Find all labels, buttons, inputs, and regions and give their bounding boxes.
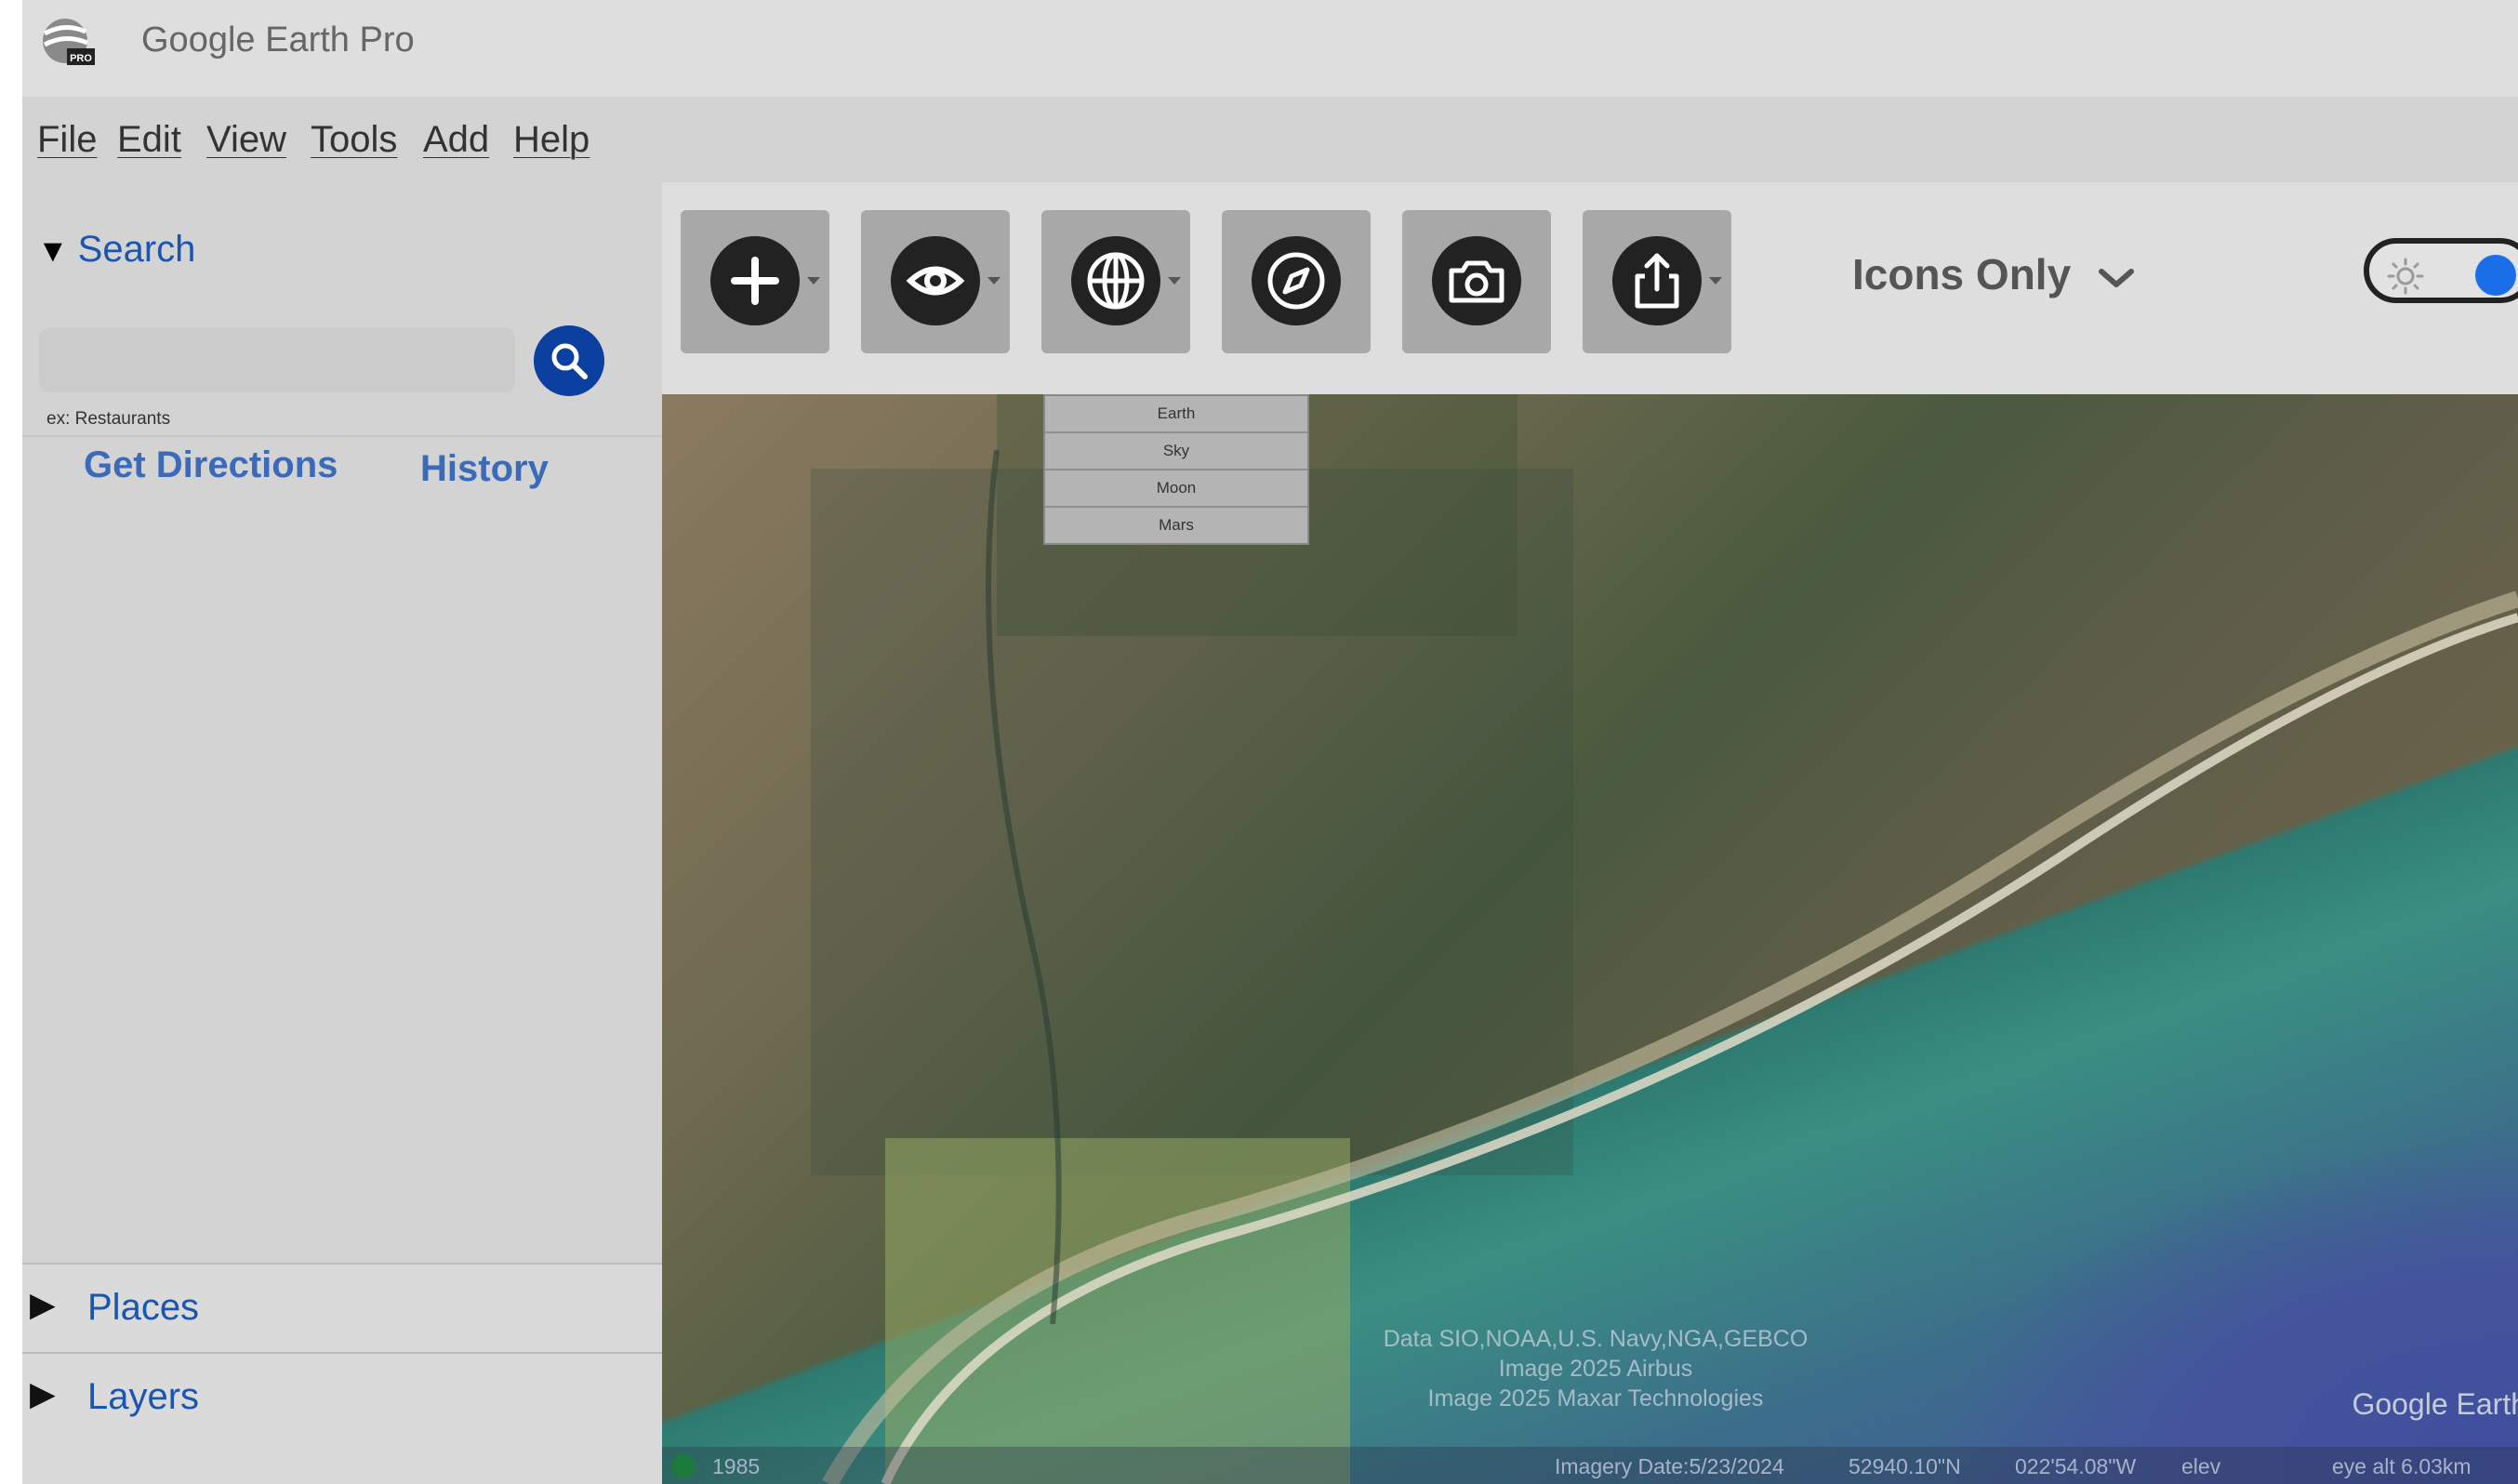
satellite-imagery	[811, 394, 2518, 1484]
app-title: Google Earth Pro	[141, 20, 415, 60]
menu-bar: File Edit View Tools Add Help	[22, 97, 2518, 182]
places-label: Places	[87, 1287, 200, 1328]
add-button[interactable]	[681, 210, 829, 353]
timeline-year: 1985	[712, 1454, 761, 1478]
map-view[interactable]: Earth Sky Moon Mars Data SIO,NOAA,U.S. N…	[662, 394, 2518, 1484]
places-panel-header[interactable]: ▶ Places	[22, 1263, 662, 1354]
sun-icon	[2387, 258, 2424, 295]
expand-triangle-icon: ▶	[30, 1374, 56, 1412]
google-earth-window: PRO Google Earth Pro File Edit View Tool…	[22, 0, 2518, 1484]
collapse-triangle-icon: ▼	[37, 233, 69, 269]
title-bar: PRO Google Earth Pro	[22, 0, 2518, 97]
menu-help[interactable]: Help	[513, 119, 590, 161]
menu-tools[interactable]: Tools	[311, 119, 397, 161]
layers-panel-header[interactable]: ▶ Layers	[22, 1352, 662, 1484]
dropdown-caret-icon	[1168, 277, 1181, 285]
eye-icon	[906, 266, 965, 296]
toolbar-display-mode-select[interactable]: Icons Only	[1852, 249, 2135, 299]
search-icon	[551, 343, 588, 379]
menu-view[interactable]: View	[206, 119, 286, 161]
imagery-date: Imagery Date:5/23/2024	[1555, 1454, 1784, 1478]
menu-file[interactable]: File	[37, 119, 97, 161]
navigation-button[interactable]	[1222, 210, 1371, 353]
google-earth-watermark: Google Earth	[2352, 1387, 2518, 1421]
toolbar: Icons Only	[662, 182, 2518, 394]
planet-option-moon[interactable]: Moon	[1045, 470, 1307, 508]
credit-line: Data SIO,NOAA,U.S. Navy,NGA,GEBCO	[1383, 1326, 1809, 1352]
svg-text:PRO: PRO	[70, 53, 92, 64]
dropdown-caret-icon	[807, 277, 820, 285]
credit-line: Image 2025 Airbus	[1498, 1356, 1693, 1382]
compass-icon	[1267, 252, 1325, 310]
get-directions-tab[interactable]: Get Directions	[84, 444, 338, 486]
credit-line: Image 2025 Maxar Technologies	[1427, 1385, 1764, 1411]
imagery-credits: Data SIO,NOAA,U.S. Navy,NGA,GEBCO Image …	[1354, 1324, 1837, 1413]
theme-toggle[interactable]	[2364, 238, 2518, 303]
eye-altitude-readout: eye alt 6.03km	[2332, 1454, 2472, 1478]
share-icon	[1635, 253, 1679, 309]
menu-edit[interactable]: Edit	[117, 119, 181, 161]
display-mode-label: Icons Only	[1852, 250, 2072, 298]
add-icon	[731, 257, 779, 305]
expand-triangle-icon: ▶	[30, 1285, 56, 1323]
chevron-down-icon	[2098, 268, 2134, 287]
planet-switch-button[interactable]	[1041, 210, 1190, 353]
latitude-readout: 52940.10"N	[1849, 1454, 1961, 1478]
dropdown-caret-icon	[1709, 277, 1722, 285]
sidebar: ▼ Search ex: Restaurants Get Directions H…	[22, 182, 662, 1484]
history-tab[interactable]: History	[420, 448, 549, 490]
search-header-label: Search	[77, 229, 196, 270]
share-button[interactable]	[1583, 210, 1731, 353]
historical-imagery-clock-icon[interactable]	[671, 1454, 696, 1478]
longitude-readout: 022'54.08"W	[2015, 1454, 2137, 1478]
screenshot-button[interactable]	[1402, 210, 1551, 353]
planet-option-sky[interactable]: Sky	[1045, 433, 1307, 470]
map-status-bar: 1985 Imagery Date:5/23/2024 52940.10"N 0…	[662, 1447, 2518, 1484]
search-hint: ex: Restaurants	[46, 409, 171, 429]
view-options-button[interactable]	[861, 210, 1010, 353]
globe-icon	[1087, 252, 1145, 310]
divider	[22, 435, 662, 437]
elevation-readout: elev	[2181, 1454, 2221, 1478]
toggle-knob	[2475, 255, 2516, 296]
search-button[interactable]	[534, 325, 604, 396]
menu-add[interactable]: Add	[423, 119, 489, 161]
camera-icon	[1449, 260, 1504, 303]
search-input[interactable]	[39, 327, 515, 392]
dropdown-caret-icon	[987, 277, 1001, 285]
layers-label: Layers	[87, 1376, 200, 1417]
google-earth-logo-icon: PRO	[43, 19, 95, 65]
search-panel-header[interactable]: ▼ Search	[37, 229, 195, 271]
planet-dropdown-menu: Earth Sky Moon Mars	[1043, 394, 1309, 545]
planet-option-earth[interactable]: Earth	[1045, 396, 1307, 433]
planet-option-mars[interactable]: Mars	[1045, 508, 1307, 543]
